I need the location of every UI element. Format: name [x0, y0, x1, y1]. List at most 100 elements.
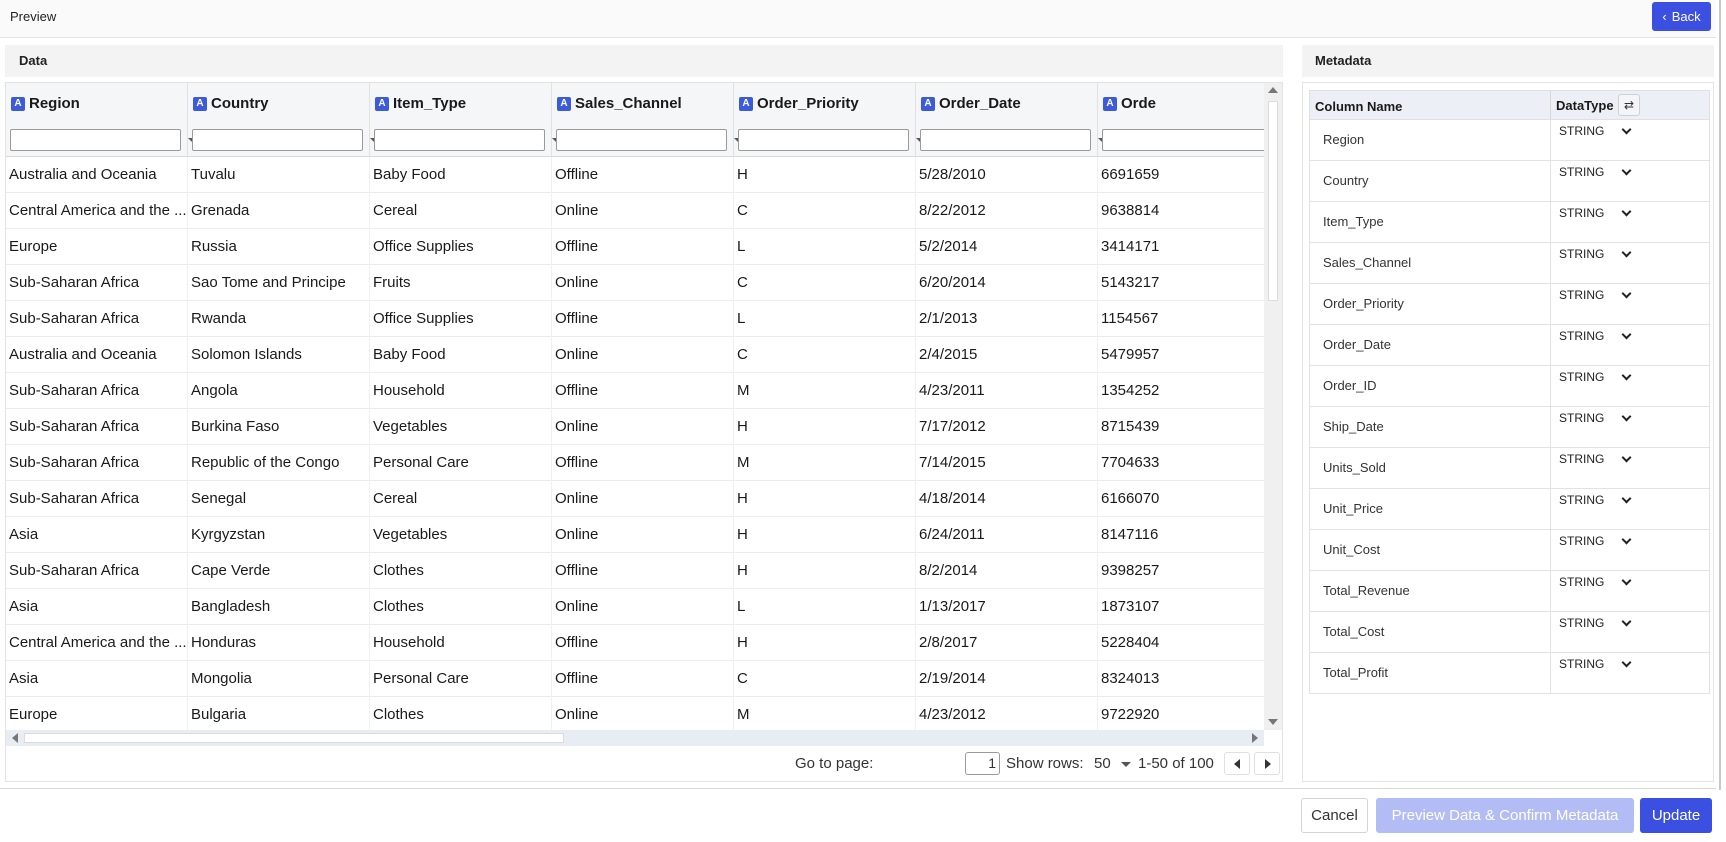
table-cell: 6691659 — [1098, 157, 1264, 193]
chevron-down-icon[interactable] — [1621, 329, 1632, 340]
metadata-column-name: Item_Type — [1323, 214, 1384, 229]
datatype-select[interactable]: STRING — [1550, 161, 1711, 201]
table-row[interactable]: Central America and the ... Grenada Cereal… — [6, 193, 1264, 229]
table-cell: Baby Food — [370, 157, 552, 193]
back-button[interactable]: ‹ Back — [1652, 2, 1711, 31]
table-cell: C — [734, 661, 916, 697]
datatype-select[interactable]: STRING — [1550, 243, 1711, 283]
table-cell: 4/23/2012 — [916, 697, 1098, 730]
column-header[interactable]: A Item_Type — [370, 83, 562, 157]
datatype-select[interactable]: STRING — [1550, 530, 1711, 570]
chevron-down-icon[interactable] — [1621, 452, 1632, 463]
column-filter-input[interactable] — [192, 129, 363, 151]
table-row[interactable]: Sub-Saharan Africa Cape Verde Clothes Offli… — [6, 553, 1264, 589]
table-cell: H — [734, 157, 916, 193]
string-type-icon: A — [193, 97, 207, 111]
column-header[interactable]: A Region — [6, 83, 198, 157]
table-row[interactable]: Sub-Saharan Africa Sao Tome and Principe F… — [6, 265, 1264, 301]
datatype-select[interactable]: STRING — [1550, 120, 1711, 160]
page-number-input[interactable]: 1 — [965, 752, 1000, 775]
chevron-down-icon[interactable] — [1621, 247, 1632, 258]
table-row[interactable]: Sub-Saharan Africa Rwanda Office Supplies O… — [6, 301, 1264, 337]
datatype-select[interactable]: STRING — [1550, 653, 1711, 693]
chevron-down-icon[interactable] — [1621, 493, 1632, 504]
chevron-down-icon[interactable] — [1621, 288, 1632, 299]
table-cell: L — [734, 301, 916, 337]
chevron-down-icon[interactable] — [1621, 616, 1632, 627]
table-cell: Clothes — [370, 553, 552, 589]
table-row[interactable]: Sub-Saharan Africa Senegal Cereal Online H 4/… — [6, 481, 1264, 517]
chevron-down-icon[interactable] — [1621, 534, 1632, 545]
table-row[interactable]: Europe Russia Office Supplies Offline L 5/2/2… — [6, 229, 1264, 265]
table-cell: 2/4/2015 — [916, 337, 1098, 373]
column-header-label: Item_Type — [393, 95, 467, 112]
column-header[interactable]: A Orde — [1098, 83, 1264, 157]
string-type-icon: A — [557, 97, 571, 111]
table-cell: 6166070 — [1098, 481, 1264, 517]
rows-per-page-select[interactable]: 50 — [1088, 752, 1134, 775]
datatype-value: STRING — [1559, 452, 1605, 466]
datatype-select[interactable]: STRING — [1550, 489, 1711, 529]
prev-page-button[interactable] — [1224, 752, 1250, 775]
column-header[interactable]: A Country — [188, 83, 380, 157]
chevron-down-icon[interactable] — [1621, 206, 1632, 217]
table-row[interactable]: Australia and Oceania Solomon Islands Baby… — [6, 337, 1264, 373]
table-row[interactable]: Asia Bangladesh Clothes Online L 1/13/2017 187… — [6, 589, 1264, 625]
scroll-left-icon[interactable] — [12, 733, 18, 743]
column-filter-input[interactable] — [556, 129, 727, 151]
scroll-up-icon[interactable] — [1268, 87, 1278, 93]
chevron-down-icon[interactable] — [1621, 370, 1632, 381]
vertical-scrollbar[interactable] — [1264, 83, 1282, 730]
table-row[interactable]: Europe Bulgaria Clothes Online M 4/23/2012 972… — [6, 697, 1264, 730]
column-filter-input[interactable] — [374, 129, 545, 151]
chevron-down-icon[interactable] — [1621, 165, 1632, 176]
datatype-select[interactable]: STRING — [1550, 325, 1711, 365]
datatype-select[interactable]: STRING — [1550, 571, 1711, 611]
table-row[interactable]: Sub-Saharan Africa Burkina Faso Vegetables… — [6, 409, 1264, 445]
table-cell: Online — [552, 265, 734, 301]
datatype-select[interactable]: STRING — [1550, 448, 1711, 488]
table-cell: Offline — [552, 373, 734, 409]
chevron-down-icon[interactable] — [1621, 124, 1632, 135]
scroll-down-icon[interactable] — [1268, 719, 1278, 725]
shuffle-icon[interactable]: ⇄ — [1618, 94, 1640, 116]
table-cell: Grenada — [188, 193, 370, 229]
horizontal-scroll-thumb[interactable] — [24, 733, 564, 743]
column-header[interactable]: A Order_Date — [916, 83, 1108, 157]
column-filter-input[interactable] — [1102, 129, 1264, 151]
table-row[interactable]: Sub-Saharan Africa Angola Household Offline… — [6, 373, 1264, 409]
vertical-scroll-thumb[interactable] — [1268, 101, 1278, 301]
datatype-select[interactable]: STRING — [1550, 612, 1711, 652]
data-grid: A Region A Country A Item_Type A Sales_Channel A… — [6, 83, 1264, 730]
table-cell: Sub-Saharan Africa — [6, 553, 188, 589]
chevron-down-icon[interactable] — [1621, 575, 1632, 586]
cancel-button[interactable]: Cancel — [1301, 798, 1368, 833]
chevron-down-icon[interactable] — [1621, 411, 1632, 422]
datatype-header-label: DataType — [1556, 98, 1614, 113]
column-filter-input[interactable] — [10, 129, 181, 151]
table-row[interactable]: Asia Mongolia Personal Care Offline C 2/19/20… — [6, 661, 1264, 697]
table-cell: 4/23/2011 — [916, 373, 1098, 409]
column-filter-input[interactable] — [920, 129, 1091, 151]
table-row[interactable]: Sub-Saharan Africa Republic of the Congo P… — [6, 445, 1264, 481]
column-header[interactable]: A Order_Priority — [734, 83, 926, 157]
chevron-down-icon[interactable] — [1621, 657, 1632, 668]
table-row[interactable]: Australia and Oceania Tuvalu Baby Food Offl… — [6, 157, 1264, 193]
datatype-select[interactable]: STRING — [1550, 407, 1711, 447]
horizontal-scrollbar[interactable] — [6, 730, 1264, 746]
update-button[interactable]: Update — [1640, 798, 1712, 833]
next-page-button[interactable] — [1254, 752, 1280, 775]
table-cell: Offline — [552, 301, 734, 337]
datatype-select[interactable]: STRING — [1550, 202, 1711, 242]
column-filter-input[interactable] — [738, 129, 909, 151]
metadata-column-name: Total_Cost — [1323, 624, 1385, 639]
scroll-right-icon[interactable] — [1252, 733, 1258, 743]
datatype-select[interactable]: STRING — [1550, 284, 1711, 324]
table-row[interactable]: Asia Kyrgyzstan Vegetables Online H 6/24/2011… — [6, 517, 1264, 553]
table-cell: Sub-Saharan Africa — [6, 301, 188, 337]
datatype-select[interactable]: STRING — [1550, 366, 1711, 406]
table-row[interactable]: Central America and the ... Honduras House… — [6, 625, 1264, 661]
table-cell: Europe — [6, 229, 188, 265]
column-header[interactable]: A Sales_Channel — [552, 83, 744, 157]
preview-confirm-button[interactable]: Preview Data & Confirm Metadata — [1376, 798, 1634, 833]
